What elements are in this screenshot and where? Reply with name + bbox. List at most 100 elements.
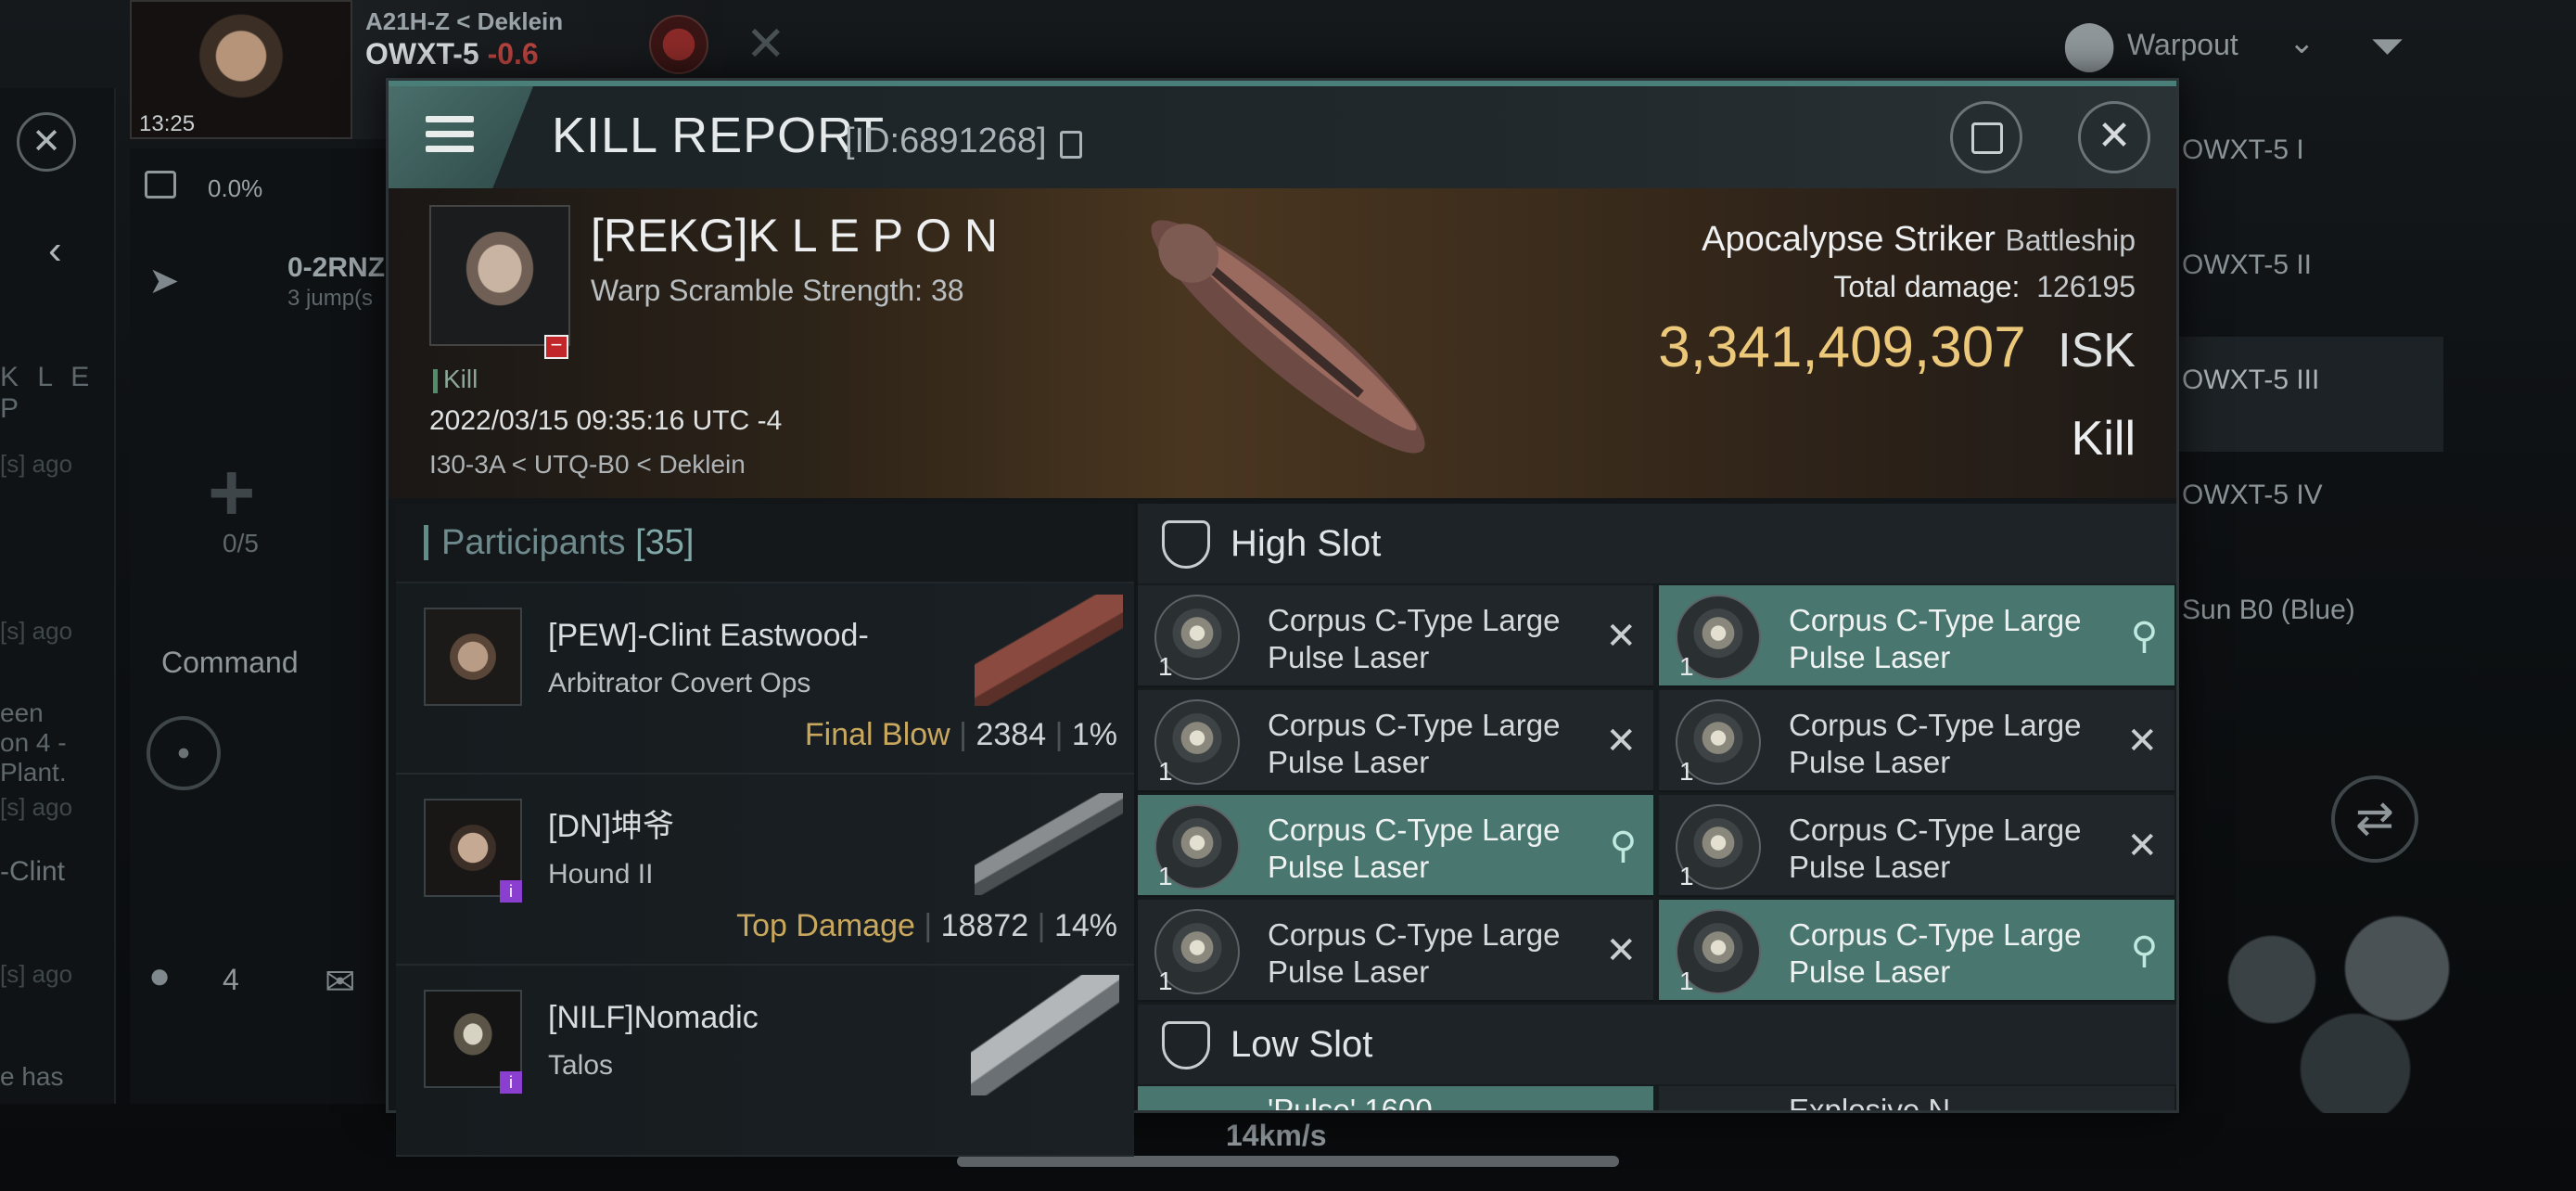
module-item[interactable]: 1 Corpus C-Type Large Pulse Laser ✕ bbox=[1138, 585, 1653, 687]
left-snippet: on 4 - bbox=[0, 728, 67, 757]
module-rack bbox=[2188, 890, 2467, 1113]
chevron-down-icon[interactable]: ⌄ bbox=[2289, 24, 2315, 61]
module-item[interactable]: 1 Corpus C-Type Large Pulse Laser ✕ bbox=[1659, 795, 2174, 897]
participant-ship-icon bbox=[975, 595, 1123, 706]
share-button[interactable] bbox=[1950, 101, 2022, 173]
participant-stats: Final Blow | 2384 | 1% bbox=[804, 717, 1117, 752]
chevron-left-icon[interactable]: ‹ bbox=[48, 227, 62, 274]
participant-ship-icon bbox=[971, 975, 1119, 1095]
high-slot-icon bbox=[1162, 520, 1210, 569]
module-item[interactable]: 1 Corpus C-Type Large Pulse Laser ⚲ bbox=[1659, 900, 2174, 1002]
overview-item[interactable]: OWXT-5 IV bbox=[2165, 452, 2443, 567]
module-item[interactable]: 'Pulse' 1600... bbox=[1138, 1086, 1653, 1110]
module-name: Corpus C-Type Large Pulse Laser bbox=[1789, 603, 2082, 674]
module-qty: 1 bbox=[1158, 967, 1173, 995]
module-item[interactable]: 1 Corpus C-Type Large Pulse Laser ✕ bbox=[1138, 900, 1653, 1002]
participant-stats: Top Damage | 18872 | 14% bbox=[736, 908, 1117, 943]
module-qty: 1 bbox=[1679, 967, 1694, 995]
close-x-icon[interactable]: ✕ bbox=[746, 17, 786, 72]
report-id: [ID:6891268] bbox=[845, 122, 1047, 160]
left-snippet: -Clint bbox=[0, 856, 66, 887]
members-icon[interactable]: ● bbox=[148, 955, 171, 997]
target-circle-icon[interactable] bbox=[147, 716, 221, 790]
warp-scramble-text: Warp Scramble Strength: 38 bbox=[591, 274, 964, 307]
overview-item[interactable]: OWXT-5 II bbox=[2165, 222, 2443, 337]
dropped-person-icon: ⚲ bbox=[1609, 826, 1637, 866]
left-snippet: e has bbox=[0, 1062, 64, 1091]
participant-ship-icon bbox=[975, 793, 1123, 895]
dropped-person-icon: ⚲ bbox=[2130, 616, 2158, 657]
system-name[interactable]: OWXT-5 -0.6 bbox=[365, 37, 539, 71]
module-item[interactable]: 1 Corpus C-Type Large Pulse Laser ✕ bbox=[1138, 690, 1653, 792]
left-sidebar: ✕ ‹ K L E P [s] ago [s] ago een on 4 - P… bbox=[0, 88, 116, 1104]
fleet-count: 0/5 bbox=[223, 529, 259, 557]
ship-render bbox=[1151, 220, 1425, 454]
victim-banner: − [REKG]K L E P O N Warp Scramble Streng… bbox=[389, 188, 2176, 498]
module-name: 'Pulse' 1600... bbox=[1268, 1093, 1459, 1110]
cargo-percent: 0.0% bbox=[208, 174, 263, 202]
left-panel: 0.0% ➤ 0-2RNZ 3 jump(s + 0/5 Command ● 4… bbox=[130, 148, 389, 1104]
participants-title: Participants bbox=[441, 522, 626, 562]
destroyed-x-icon: ✕ bbox=[1605, 721, 1637, 762]
members-count: 4 bbox=[223, 963, 239, 996]
dropped-person-icon: ⚲ bbox=[2130, 930, 2158, 971]
swap-icon[interactable]: ⇄ bbox=[2331, 775, 2418, 863]
corp-emblem-icon[interactable] bbox=[649, 15, 708, 74]
clock: 13:25 bbox=[139, 111, 196, 136]
module-item[interactable]: 1 Corpus C-Type Large Pulse Laser ⚲ bbox=[1659, 585, 2174, 687]
add-icon[interactable]: + bbox=[208, 445, 255, 540]
low-slot-header: Low Slot bbox=[1138, 1005, 2176, 1084]
participant-row[interactable]: i [DN]坤爷 Hound II Top Damage | 18872 | 14… bbox=[396, 775, 1134, 966]
info-badge-icon: i bbox=[500, 1071, 522, 1094]
close-icon[interactable]: ✕ bbox=[17, 112, 76, 172]
overview-list: OWXT-5 I OWXT-5 II OWXT-5 III OWXT-5 IV … bbox=[2165, 107, 2443, 682]
left-snippet: [s] ago bbox=[0, 450, 73, 478]
warpout-label[interactable]: Warpout bbox=[2127, 28, 2238, 62]
victim-name[interactable]: [REKG]K L E P O N bbox=[591, 209, 998, 263]
module-name: Corpus C-Type Large Pulse Laser bbox=[1789, 813, 2082, 884]
copy-icon[interactable] bbox=[1060, 131, 1082, 159]
left-snippet: [s] ago bbox=[0, 960, 73, 988]
fitting-slots: High Slot 1 Corpus C-Type Large Pulse La… bbox=[1138, 504, 2176, 1110]
module-qty: 1 bbox=[1679, 652, 1694, 681]
command-label[interactable]: Command bbox=[161, 646, 299, 680]
module-name: Corpus C-Type Large Pulse Laser bbox=[1268, 917, 1561, 989]
overview-item[interactable]: OWXT-5 I bbox=[2165, 107, 2443, 222]
participants-panel: Participants [35] [PEW]-Clint Eastwood- A… bbox=[396, 504, 1134, 1157]
minus-badge-icon: − bbox=[544, 335, 568, 359]
navigate-icon[interactable]: ➤ bbox=[148, 260, 180, 302]
overview-item[interactable]: OWXT-5 III bbox=[2165, 337, 2443, 452]
module-item[interactable]: 1 Corpus C-Type Large Pulse Laser ✕ bbox=[1659, 690, 2174, 792]
left-snippet: een bbox=[0, 698, 44, 727]
participants-header: Participants [35] bbox=[396, 504, 1134, 583]
kill-location[interactable]: I30-3A < UTQ-B0 < Deklein bbox=[429, 450, 746, 480]
nav-jumps: 3 jump(s bbox=[287, 286, 374, 311]
victim-portrait[interactable] bbox=[429, 205, 570, 346]
filter-icon[interactable]: ⏷ bbox=[2370, 20, 2404, 72]
module-item[interactable]: 1 Corpus C-Type Large Pulse Laser ⚲ bbox=[1138, 795, 1653, 897]
destroyed-x-icon: ✕ bbox=[2126, 721, 2158, 762]
low-slot-icon bbox=[1162, 1021, 1210, 1069]
close-icon: ✕ bbox=[2097, 113, 2132, 159]
kill-report-modal: KILL REPORT [ID:6891268] ✕ − [REKG]K L E… bbox=[386, 78, 2179, 1157]
ship-title[interactable]: Apocalypse Striker Battleship bbox=[1702, 220, 2136, 260]
close-button[interactable]: ✕ bbox=[2078, 101, 2150, 173]
overview-item[interactable]: Sun B0 (Blue) bbox=[2165, 567, 2443, 682]
destroyed-x-icon: ✕ bbox=[1605, 930, 1637, 971]
location-pin-icon[interactable]: ⬤ bbox=[2062, 17, 2116, 72]
mail-icon[interactable]: ✉ bbox=[325, 961, 356, 1004]
module-qty: 1 bbox=[1679, 757, 1694, 786]
participant-info: [PEW]-Clint Eastwood- Arbitrator Covert O… bbox=[548, 618, 869, 698]
menu-button[interactable] bbox=[389, 86, 533, 188]
nav-target[interactable]: 0-2RNZ bbox=[287, 252, 385, 284]
participant-row[interactable]: [PEW]-Clint Eastwood- Arbitrator Covert O… bbox=[396, 583, 1134, 775]
report-title: KILL REPORT bbox=[552, 108, 886, 163]
module-qty: 1 bbox=[1679, 862, 1694, 890]
module-qty: 1 bbox=[1158, 757, 1173, 786]
module-item[interactable]: Explosive N... bbox=[1659, 1086, 2174, 1110]
module-name: Explosive N... bbox=[1789, 1093, 1976, 1110]
result-label: Kill bbox=[2071, 412, 2136, 466]
destroyed-x-icon: ✕ bbox=[2126, 826, 2158, 866]
participant-row[interactable]: i [NILF]Nomadic Talos bbox=[396, 966, 1134, 1157]
high-slot-header: High Slot bbox=[1138, 504, 2176, 583]
